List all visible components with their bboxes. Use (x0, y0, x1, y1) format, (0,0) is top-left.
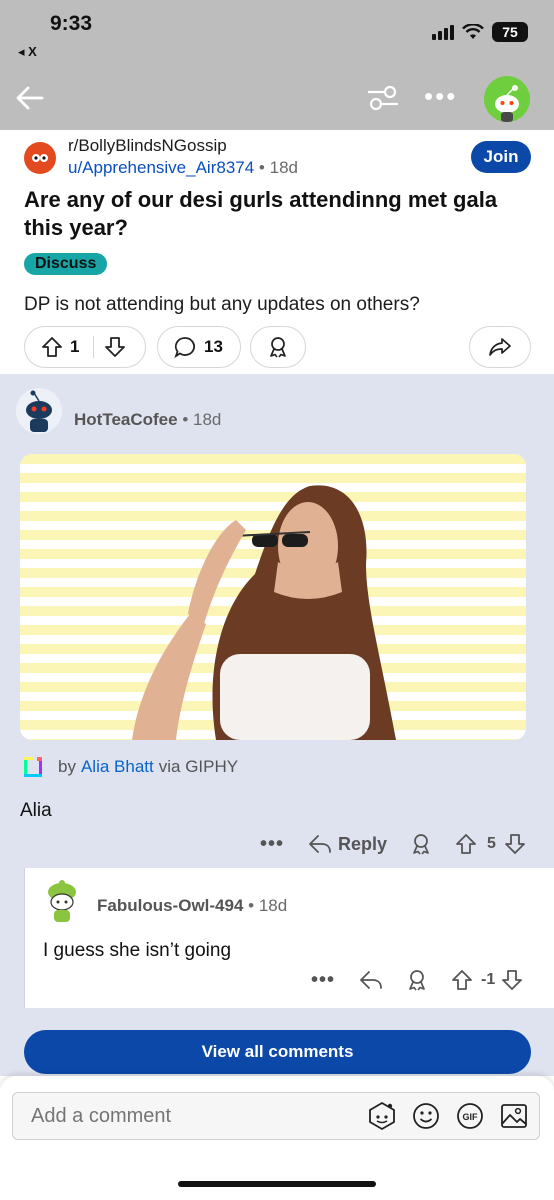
emoji-icon[interactable] (410, 1100, 442, 1132)
comment-count: 13 (204, 337, 223, 356)
award-icon (270, 337, 286, 358)
award-icon[interactable] (409, 832, 433, 856)
comment-author[interactable]: HotTeaCofee (74, 410, 178, 429)
giphy-artist-link[interactable]: Alia Bhatt (81, 757, 154, 777)
reply-age: 18d (258, 896, 288, 915)
view-all-comments-button[interactable]: View all comments (24, 1030, 531, 1074)
upvote-icon[interactable] (451, 969, 473, 991)
post-flair[interactable]: Discuss (24, 253, 108, 275)
comments-button[interactable]: 13 (157, 326, 241, 368)
giphy-via: via GIPHY (158, 757, 239, 776)
join-button[interactable]: Join (471, 141, 531, 173)
post-card: r/BollyBlindsNGossip u/Apprehensive_Air8… (0, 130, 554, 374)
wifi-icon (462, 24, 484, 39)
comment-bubble-icon (174, 337, 195, 358)
snoo-avatar-icon (16, 388, 62, 434)
gif-person-illustration (132, 485, 396, 740)
post-vote-control: 1 (24, 326, 146, 368)
reply-more-options[interactable]: ••• (311, 969, 335, 992)
reply-label: Reply (338, 833, 388, 854)
battery-indicator: 75 (492, 22, 528, 42)
comment-vote-count: 5 (487, 835, 496, 852)
post-body: DP is not attending but any updates on o… (24, 294, 420, 315)
post-author-row: u/Apprehensive_Air8374 • 18d (68, 158, 298, 177)
snoo-avatar-icon (39, 878, 85, 924)
gif-icon[interactable]: GIF (454, 1100, 486, 1132)
post-author[interactable]: u/Apprehensive_Air8374 (68, 158, 254, 177)
comment-more-options[interactable]: ••• (260, 833, 284, 856)
comment-thread: HotTeaCofee • 18d by Alia Bhatt via GIPH… (0, 374, 554, 1076)
comment-actions: ••• Reply 5 (260, 832, 526, 856)
back-to-app-link[interactable]: ◂ X (18, 44, 37, 60)
upvote-icon[interactable] (455, 833, 477, 855)
downvote-icon[interactable] (104, 336, 126, 358)
reply-arrow-icon (309, 835, 331, 853)
share-button[interactable] (469, 326, 531, 368)
snoo-avatar-icon (495, 85, 519, 122)
snoo-avatar-icon[interactable] (366, 1100, 398, 1132)
image-upload-icon[interactable] (498, 1100, 530, 1132)
share-icon (489, 338, 511, 356)
gif-icon-label: GIF (463, 1112, 479, 1122)
reply-author-row: Fabulous-Owl-494 • 18d (97, 896, 288, 915)
post-vote-count: 1 (70, 337, 80, 356)
subreddit-icon[interactable] (24, 142, 56, 174)
reply-arrow-icon[interactable] (359, 969, 383, 991)
home-indicator[interactable] (178, 1181, 376, 1187)
reply-vote-count: -1 (481, 971, 496, 988)
subreddit-name[interactable]: r/BollyBlindsNGossip (68, 136, 227, 156)
comment-body: Alia (20, 800, 52, 821)
comment-author-avatar[interactable] (16, 388, 62, 434)
reply-author-avatar[interactable] (39, 878, 85, 924)
reply-body: I guess she isn’t going (43, 940, 232, 961)
more-options-icon[interactable]: ••• (424, 83, 457, 109)
post-title: Are any of our desi gurls attendinng met… (24, 187, 498, 240)
header-bar: 9:33 ◂ X 75 ••• (0, 0, 554, 130)
sort-filter-icon[interactable] (366, 84, 400, 112)
award-icon[interactable] (405, 968, 429, 992)
reply-button[interactable]: Reply (308, 833, 387, 855)
nested-reply: Fabulous-Owl-494 • 18d I guess she isn’t… (24, 868, 554, 1008)
reply-actions: ••• -1 (311, 968, 523, 992)
giphy-logo-icon (22, 754, 44, 780)
reply-author[interactable]: Fabulous-Owl-494 (97, 896, 243, 915)
comment-author-row: HotTeaCofee • 18d (74, 410, 222, 429)
status-time: 9:33 (50, 12, 93, 35)
post-age: 18d (269, 158, 298, 177)
user-avatar[interactable] (484, 76, 530, 122)
status-indicators: 75 (432, 22, 528, 42)
giphy-by: by (58, 757, 76, 776)
downvote-icon[interactable] (501, 969, 523, 991)
giphy-attribution: by Alia Bhatt via GIPHY (22, 754, 238, 780)
comment-age: 18d (193, 410, 222, 429)
upvote-icon[interactable] (41, 336, 63, 358)
back-arrow-icon[interactable] (14, 82, 46, 114)
downvote-icon[interactable] (504, 833, 526, 855)
cellular-signal-icon (432, 24, 454, 40)
gif-image[interactable] (20, 454, 526, 740)
award-button[interactable] (250, 326, 306, 368)
